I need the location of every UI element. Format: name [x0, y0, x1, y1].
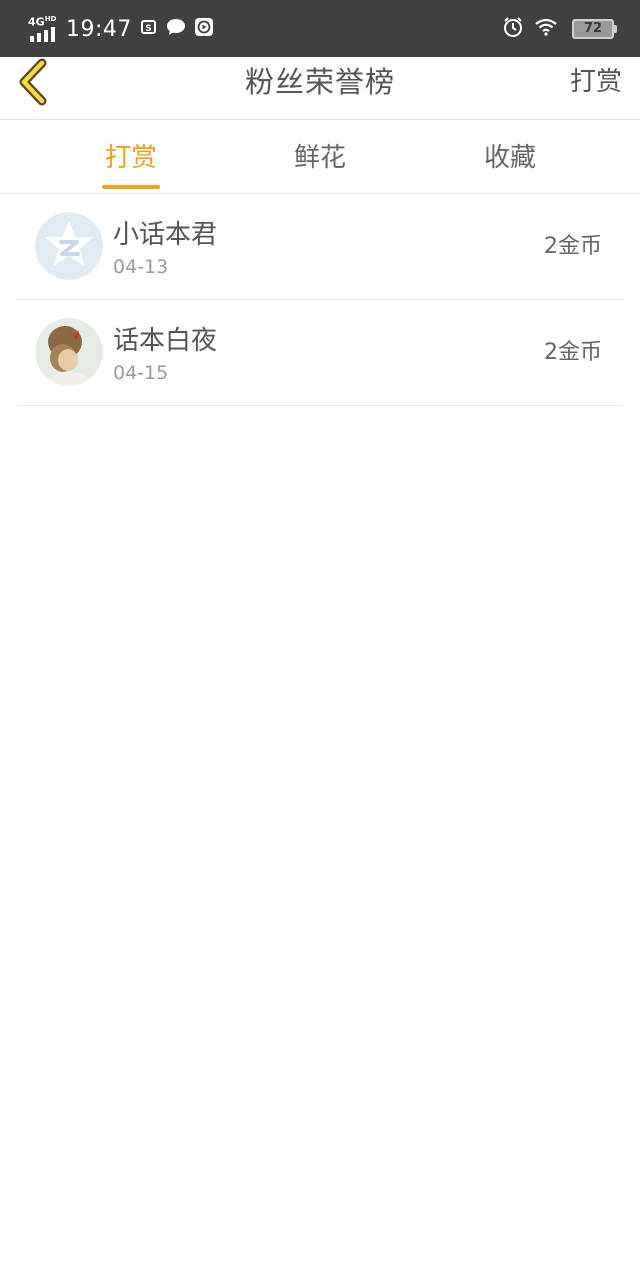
reward-date: 04-15	[113, 362, 169, 384]
page-title: 粉丝荣誉榜	[244, 65, 395, 99]
list-item[interactable]: 话本白夜 04-15 2金币	[18, 300, 622, 406]
reward-action-button[interactable]: 打赏	[570, 57, 622, 107]
battery-level: 72	[583, 21, 603, 36]
alarm-icon	[502, 16, 524, 42]
signal-icon: 4GHD	[28, 14, 60, 44]
tab-bar: 打赏 鲜花 收藏	[0, 120, 640, 194]
wifi-icon	[534, 18, 558, 40]
status-bar-right: 72	[502, 14, 617, 44]
tab-flowers[interactable]: 鲜花	[260, 120, 380, 193]
photo-avatar	[35, 318, 103, 386]
chat-bubble-icon	[166, 18, 186, 40]
tab-label: 鲜花	[293, 143, 346, 173]
reward-amount: 2金币	[544, 234, 602, 259]
status-bar: 4GHD 19:47 S 72	[0, 0, 640, 57]
status-time: 19:47	[66, 16, 132, 42]
avatar	[35, 318, 103, 386]
status-bar-left: 4GHD 19:47 S	[28, 12, 214, 46]
tab-reward[interactable]: 打赏	[71, 120, 191, 193]
play-icon	[194, 17, 214, 41]
active-tab-indicator	[102, 185, 160, 189]
network-type: 4GHD	[28, 15, 57, 29]
fan-name: 话本白夜	[113, 326, 218, 356]
reward-date: 04-13	[113, 256, 169, 278]
tab-label: 打赏	[104, 143, 157, 173]
reward-amount: 2金币	[544, 340, 602, 365]
default-star-avatar	[35, 212, 103, 280]
avatar	[35, 212, 103, 280]
tab-favorites[interactable]: 收藏	[450, 120, 570, 193]
fan-list: 小话本君 04-13 2金币 话本白夜 04-15 2金币	[18, 194, 622, 406]
header-bar: 粉丝荣誉榜 打赏	[0, 57, 640, 120]
tab-label: 收藏	[483, 143, 536, 173]
list-item[interactable]: 小话本君 04-13 2金币	[18, 194, 622, 300]
battery-icon: 72	[572, 19, 617, 39]
screenshot-icon: S	[140, 18, 158, 40]
fan-name: 小话本君	[113, 220, 218, 250]
svg-text:S: S	[145, 24, 151, 34]
